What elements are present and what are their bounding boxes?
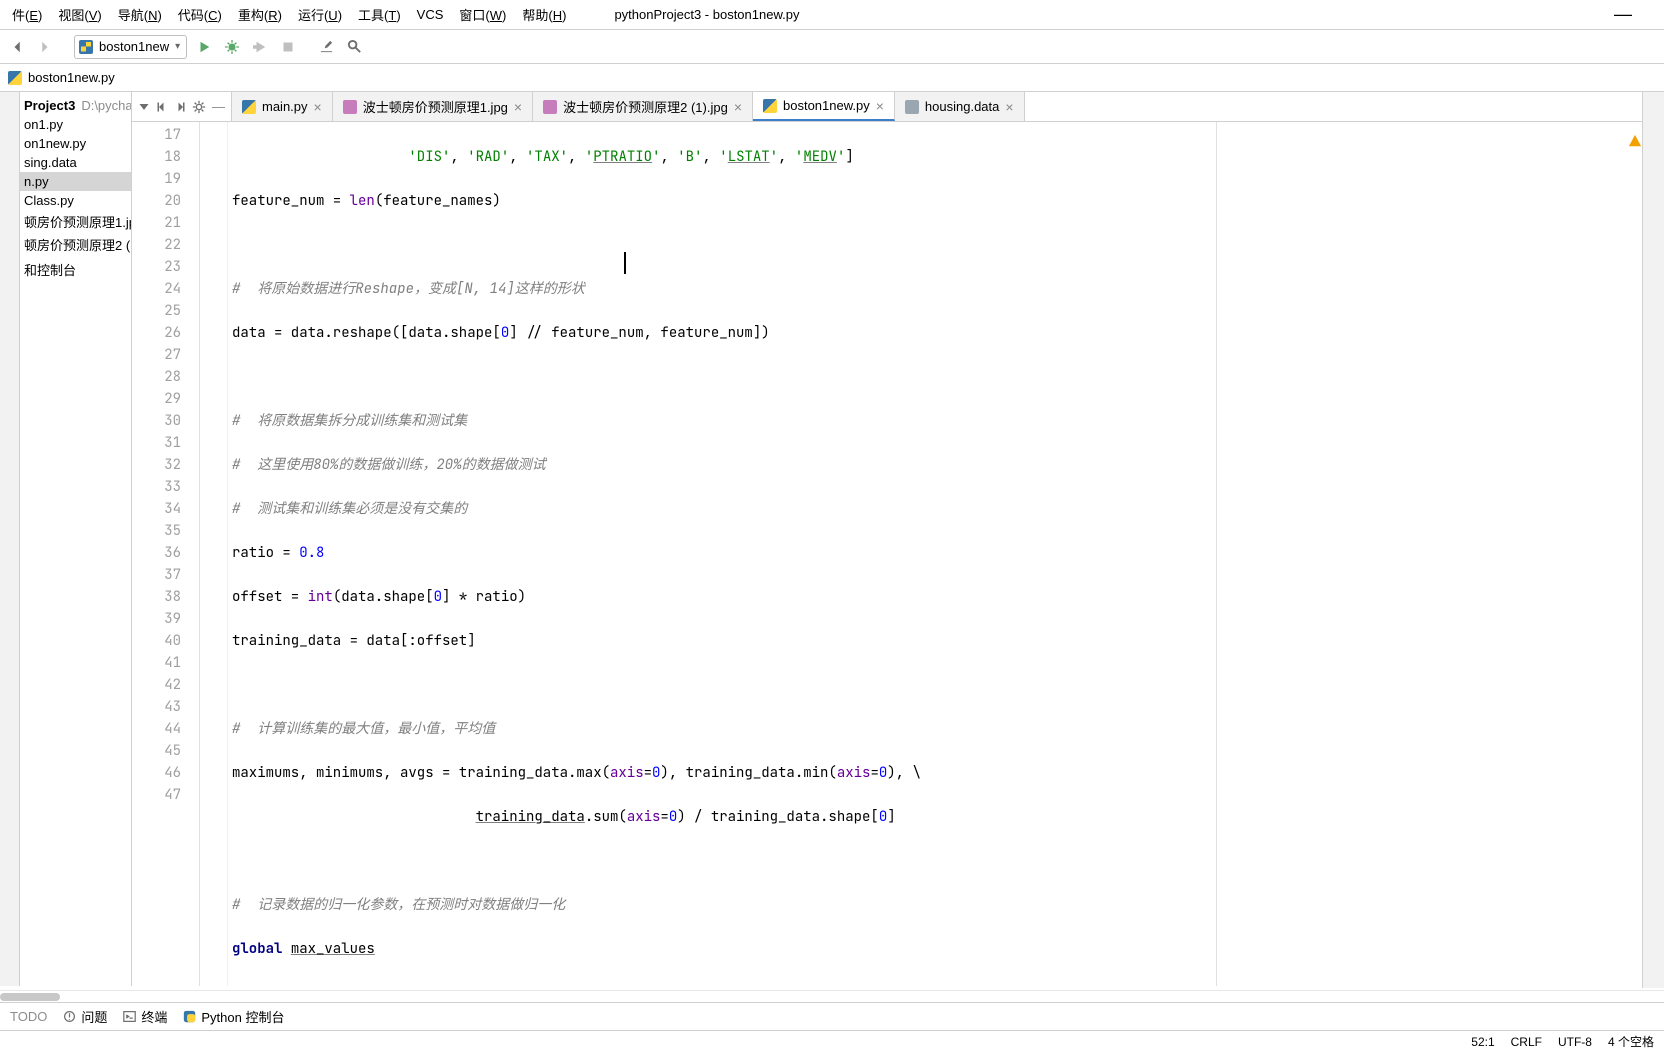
todo-panel-button[interactable]: TODO [10, 1009, 47, 1024]
data-file-icon [905, 100, 919, 114]
tree-root[interactable]: Project3D:\pycharm\ [20, 96, 131, 115]
tab-label: housing.data [925, 99, 999, 114]
tool-window-stripe-left [0, 92, 20, 986]
menu-nav[interactable]: 导航(N) [110, 1, 170, 28]
chevron-down-icon: ▾ [175, 41, 180, 52]
tab-label: main.py [262, 99, 308, 114]
window-title: pythonProject3 - boston1new.py [614, 7, 799, 22]
next-tab-icon[interactable] [174, 101, 186, 113]
menu-help[interactable]: 帮助(H) [514, 1, 574, 28]
prev-tab-icon[interactable] [156, 101, 168, 113]
status-bar: 52:1 CRLF UTF-8 4 个空格 [0, 1030, 1664, 1052]
tab-label: 波士顿房价预测原理2 (1).jpg [563, 97, 728, 116]
close-icon[interactable]: × [1005, 99, 1013, 115]
tree-item[interactable]: on1new.py [20, 134, 131, 153]
tab-boston1new[interactable]: boston1new.py × [753, 92, 895, 121]
build-button[interactable] [315, 36, 337, 58]
menu-run[interactable]: 运行(U) [290, 1, 350, 28]
tab-housing-data[interactable]: housing.data × [895, 92, 1025, 121]
menu-file[interactable]: 件(E) [4, 1, 50, 28]
python-file-icon [8, 71, 22, 85]
editor: — main.py × 波士顿房价预测原理1.jpg × 波士顿房价预测原理2 (1… [132, 92, 1664, 986]
warning-icon [1628, 134, 1642, 148]
editor-tab-row: — main.py × 波士顿房价预测原理1.jpg × 波士顿房价预测原理2 (1… [132, 92, 1664, 122]
tree-item[interactable]: 顿房价预测原理1.jpg [20, 210, 131, 233]
image-file-icon [343, 100, 357, 114]
tab-image-1[interactable]: 波士顿房价预测原理1.jpg × [333, 92, 533, 121]
coverage-button[interactable] [249, 36, 271, 58]
tab-label: 波士顿房价预测原理1.jpg [363, 97, 508, 116]
nav-forward-icon[interactable] [34, 37, 54, 57]
tab-main-py[interactable]: main.py × [232, 92, 333, 121]
menu-vcs[interactable]: VCS [409, 3, 452, 26]
menu-bar: 件(E) 视图(V) 导航(N) 代码(C) 重构(R) 运行(U) 工具(T)… [0, 0, 1664, 30]
tree-item[interactable]: Class.py [20, 191, 131, 210]
tree-item[interactable]: 顿房价预测原理2 (1).jpg [20, 233, 131, 256]
fold-gutter[interactable] [200, 122, 228, 986]
problems-panel-button[interactable]: 问题 [63, 1007, 107, 1026]
tab-image-2[interactable]: 波士顿房价预测原理2 (1).jpg × [533, 92, 753, 121]
line-separator[interactable]: CRLF [1511, 1035, 1542, 1049]
image-file-icon [543, 100, 557, 114]
line-number-gutter: 1718192021222324252627282930313233343536… [132, 122, 200, 986]
stop-button[interactable] [277, 36, 299, 58]
run-config-label: boston1new [99, 39, 169, 54]
indent-settings[interactable]: 4 个空格 [1608, 1033, 1654, 1050]
nav-back-icon[interactable] [8, 37, 28, 57]
breadcrumb: boston1new.py [0, 64, 1664, 92]
menu-window[interactable]: 窗口(W) [451, 1, 514, 28]
code-body[interactable]: 'DIS', 'RAD', 'TAX', 'PTRATIO', 'B', 'LS… [228, 122, 1216, 986]
run-config-dropdown[interactable]: boston1new ▾ [74, 35, 187, 59]
terminal-panel-button[interactable]: 终端 [123, 1007, 167, 1026]
project-tree[interactable]: Project3D:\pycharm\ on1.py on1new.py sin… [20, 92, 132, 986]
editor-right-margin: 3 [1216, 122, 1664, 986]
file-encoding[interactable]: UTF-8 [1558, 1035, 1592, 1049]
debug-button[interactable] [221, 36, 243, 58]
tab-label: boston1new.py [783, 98, 870, 113]
tree-item[interactable]: sing.data [20, 153, 131, 172]
tree-item[interactable]: on1.py [20, 115, 131, 134]
tab-sep-icon: — [212, 99, 225, 114]
horizontal-scrollbar[interactable] [0, 990, 1664, 1002]
close-icon[interactable]: × [314, 99, 322, 115]
python-file-icon [763, 99, 777, 113]
menu-tools[interactable]: 工具(T) [350, 1, 409, 28]
code-area[interactable]: 1718192021222324252627282930313233343536… [132, 122, 1664, 986]
tab-controls: — [132, 92, 232, 121]
search-button[interactable] [343, 36, 365, 58]
cursor-position[interactable]: 52:1 [1471, 1035, 1494, 1049]
bottom-panel: TODO 问题 终端 Python 控制台 [0, 1002, 1664, 1030]
tree-group[interactable]: 和控制台 [20, 256, 131, 283]
scrollbar-thumb[interactable] [0, 993, 60, 1001]
tool-window-stripe-right [1642, 92, 1664, 988]
menu-code[interactable]: 代码(C) [170, 1, 230, 28]
close-icon[interactable]: × [876, 98, 884, 114]
run-button[interactable] [193, 36, 215, 58]
tree-item-selected[interactable]: n.py [20, 172, 131, 191]
close-icon[interactable]: × [514, 99, 522, 115]
python-icon [79, 40, 93, 54]
toolbar: boston1new ▾ [0, 30, 1664, 64]
python-console-button[interactable]: Python 控制台 [183, 1007, 284, 1026]
python-file-icon [242, 100, 256, 114]
breadcrumb-file[interactable]: boston1new.py [28, 70, 115, 85]
expand-down-icon[interactable] [138, 101, 150, 113]
menu-refactor[interactable]: 重构(R) [230, 1, 290, 28]
menu-view[interactable]: 视图(V) [50, 1, 109, 28]
minimize-button[interactable]: — [1608, 4, 1638, 25]
text-cursor [624, 252, 626, 274]
close-icon[interactable]: × [734, 99, 742, 115]
settings-gear-icon[interactable] [192, 100, 206, 114]
